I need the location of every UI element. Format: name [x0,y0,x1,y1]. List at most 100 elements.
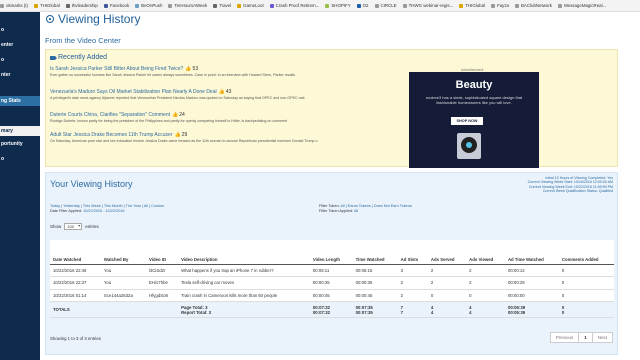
table-cell: 00:00:29 [504,276,559,290]
bookmark-item[interactable]: Crash Proof Retirem... [269,3,319,8]
table-row: 10/22/2016 22:37 You EHi17hbe Tesla self-dr… [50,276,614,290]
totals-cell: 44 [466,301,505,318]
show-label: Show [50,224,62,229]
sidebar-item[interactable]: mary [0,126,40,136]
shop-now-button[interactable]: SHOP NOW [451,117,483,125]
page-title: Viewing History [46,12,140,26]
bookmark-item[interactable]: Fayza [491,3,509,8]
recent-video-title[interactable]: Duterte Courts China, Clarifies "Separat… [50,112,400,118]
recent-video-title-text[interactable]: Adult Star Jessica Drake Becomes 11th Tr… [50,132,172,138]
report-total: Report Total: 3 [181,309,212,315]
sidebar-item[interactable]: ng Stats [0,96,40,106]
bookmark-item[interactable]: thvleadership [65,3,98,8]
bookmark-label: GameLoot [243,3,264,8]
totals-cell: 00:05:39 00:05:39 [504,301,559,318]
recent-video-title-text[interactable]: Is Sarah Jessica Parker Still Bitter Abo… [50,66,183,72]
bookmark-item[interactable]: THIGlobal [459,3,485,8]
bookmark-item[interactable]: SHOPIFY [325,3,351,8]
column-header[interactable]: Watched By [100,240,146,265]
table-cell: 0 [558,289,614,302]
recently-added-label: Recently Added [58,54,108,61]
totals-value: 4 [469,309,472,315]
recent-video-title[interactable]: Adult Star Jessica Drake Becomes 11th Tr… [50,132,400,138]
bookmark-item[interactable]: THWG webinar-regis... [402,3,453,8]
column-header[interactable]: Comments Added [558,240,614,265]
column-header[interactable]: Video Description [178,240,310,265]
bookmark-item[interactable]: BAClubNetwork [515,3,552,8]
table-cell: HfygdSo8 [145,289,179,302]
recent-video-title[interactable]: Venezuela's Maduro Says Oil Market Stabi… [50,89,400,95]
entries-select[interactable]: 100 [64,223,83,230]
table-cell: 00:00:35 [309,276,353,290]
sidebar-item[interactable]: o [0,156,40,162]
bookmark-item[interactable]: Facebook [103,3,129,8]
ad-title: Beauty [455,79,493,91]
bookmark-icon [356,3,361,8]
video-camera-icon [50,55,57,60]
column-header[interactable]: Video ID [145,240,179,265]
next-page-button[interactable]: Next [593,333,612,342]
table-cell: 10/22/2016 22:37 [50,276,101,290]
column-header[interactable]: Ad Time Watched [504,240,559,265]
recent-video-title-text[interactable]: Duterte Courts China, Clarifies "Separat… [50,112,170,118]
bookmark-icon [168,3,173,8]
history-table: Date Watched Watched By Video ID Video Desc… [50,240,614,318]
totals-value: 7 [400,309,404,315]
recent-video-title-text[interactable]: Venezuela's Maduro Says Oil Market Stabi… [50,89,217,95]
sidebar-item[interactable]: enter [0,42,40,48]
entries-label: entries [85,224,99,229]
bookmark-item[interactable]: CIRCLE [374,3,397,8]
table-cell: 00:00:14 [504,264,559,277]
page-title-text: Viewing History [58,12,141,26]
table-cell: 10/22/2016 22:46 [50,264,101,277]
sidebar-item[interactable]: portunity [0,141,40,147]
bookmarks-bar: okmarks (t) THIGlobal thvleadership Faceboo… [0,0,640,12]
bookmark-item[interactable]: GameLoot [237,3,264,8]
sidebar-item[interactable]: nter [0,72,40,78]
bookmark-item[interactable]: THIGlobal [33,3,60,8]
bookmark-item[interactable]: O2 [356,3,369,8]
bookmark-item[interactable]: okmarks (t) [0,3,28,8]
recent-video-title[interactable]: Is Sarah Jessica Parker Still Bitter Abo… [50,66,400,72]
bookmark-label: O2 [362,3,369,8]
totals-cell: 00 [558,301,614,318]
viewing-history-title: Your Viewing History [50,179,133,189]
page-1-button[interactable]: 1 [579,333,593,342]
bookmark-label: CIRCLE [380,3,397,8]
bookmark-label: BAClubNetwork [521,3,552,8]
bookmark-item[interactable]: BeOnPush [135,3,162,8]
previous-page-button[interactable]: Previous [551,333,580,342]
totals-value: 00:07:35 [355,309,373,315]
column-header[interactable]: Time Watched [352,240,398,265]
totals-cell: 00:07:32 00:07:32 [309,301,353,318]
token-filters: Filter Token: All | Earns Tokens | Does … [319,204,412,214]
column-header[interactable]: Ads Served [427,240,467,265]
bookmark-item[interactable]: MessageMagicReal... [558,3,606,8]
column-header[interactable]: Ad Slots [397,240,428,265]
sidebar-item[interactable]: o [0,27,40,33]
advertisement-banner[interactable]: Beauty ecobee3 has a sleek, sophisticate… [409,72,539,168]
table-cell: 2 [466,276,505,290]
column-header[interactable]: Video Length [309,240,353,265]
bookmark-item[interactable]: Travel [213,3,231,8]
column-header[interactable]: Ads Viewed [466,240,505,265]
recent-video-item: Duterte Courts China, Clarifies "Separat… [50,112,400,123]
table-cell: Tesla self-driving car moves [178,276,310,290]
table-cell: 00:06:11 [309,264,353,277]
table-cell: You [100,264,146,277]
recent-video-description: Rodrigo Duterte, known partly for being … [50,119,288,123]
bookmark-label: TenHoursAWeek [174,3,208,8]
table-cell: 2 [427,264,467,277]
table-cell: Sce144a2532a [100,289,146,302]
column-header[interactable]: Date Watched [50,240,101,265]
eye-icon [46,15,54,23]
bookmark-item[interactable]: TenHoursAWeek [168,3,207,8]
sidebar: o enter o nter ng Stats mary portunity o [0,12,40,360]
table-cell: 2 [397,276,428,290]
ad-body: ecobee3 has a sleek, sophisticated squar… [425,95,523,105]
bookmark-icon [0,3,4,8]
sidebar-item[interactable]: o [0,57,40,63]
table-cell: 00:06:15 [352,264,398,277]
date-filter-applied-value: 10/22/2016 - 10/22/2016 [83,209,125,213]
token-filter-links[interactable]: All | Earns Tokens | Does Not Earn Token… [340,204,411,208]
